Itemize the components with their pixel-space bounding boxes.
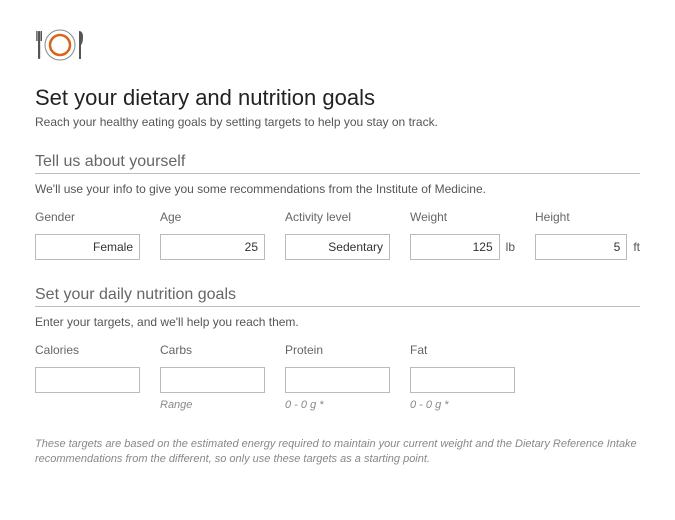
carbs-input[interactable] [160, 367, 265, 393]
page-subtitle: Reach your healthy eating goals by setti… [35, 115, 640, 129]
fat-input[interactable] [410, 367, 515, 393]
carbs-hint: Range [160, 399, 265, 411]
height-unit: ft [633, 240, 640, 254]
protein-input[interactable] [285, 367, 390, 393]
page-title: Set your dietary and nutrition goals [35, 85, 640, 111]
height-input[interactable] [535, 234, 627, 260]
section-about-heading: Tell us about yourself [35, 153, 640, 171]
gender-input[interactable] [35, 234, 140, 260]
calories-label: Calories [35, 343, 140, 357]
protein-label: Protein [285, 343, 390, 357]
protein-hint: 0 - 0 g * [285, 399, 390, 411]
fat-label: Fat [410, 343, 515, 357]
age-input[interactable] [160, 234, 265, 260]
goals-row: Calories Carbs Range Protein 0 - 0 g * F… [35, 343, 640, 411]
fat-hint: 0 - 0 g * [410, 399, 515, 411]
section-about-desc: We'll use your info to give you some rec… [35, 182, 640, 196]
footnote: These targets are based on the estimated… [35, 437, 640, 468]
section-goals-desc: Enter your targets, and we'll help you r… [35, 315, 640, 329]
weight-label: Weight [410, 210, 515, 224]
weight-unit: lb [506, 240, 515, 254]
plate-fork-knife-icon [35, 25, 640, 70]
age-label: Age [160, 210, 265, 224]
height-label: Height [535, 210, 640, 224]
divider [35, 306, 640, 307]
section-goals-heading: Set your daily nutrition goals [35, 286, 640, 304]
calories-input[interactable] [35, 367, 140, 393]
about-row: Gender Age Activity level Weight lb Heig… [35, 210, 640, 260]
gender-label: Gender [35, 210, 140, 224]
divider [35, 173, 640, 174]
carbs-label: Carbs [160, 343, 265, 357]
activity-input[interactable] [285, 234, 390, 260]
weight-input[interactable] [410, 234, 500, 260]
activity-label: Activity level [285, 210, 390, 224]
